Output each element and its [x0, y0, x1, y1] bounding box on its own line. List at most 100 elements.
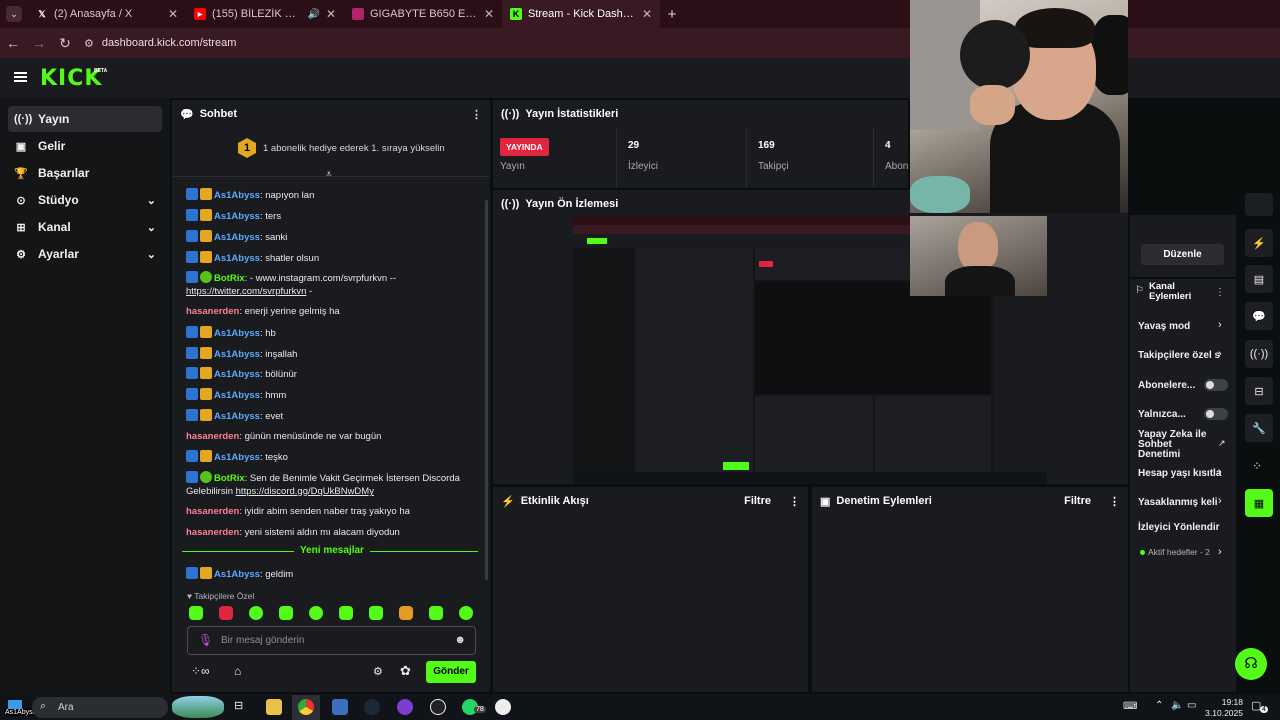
quick-action-bolt-icon[interactable]: ⚡ [1245, 229, 1273, 257]
close-icon[interactable]: ✕ [168, 7, 178, 21]
speaker-icon[interactable]: 🔊 [307, 9, 319, 20]
tab-search-button[interactable]: ⌄ [0, 0, 28, 28]
slow-mode-item[interactable]: Yavaş mod [1138, 321, 1228, 332]
quick-action-broadcast-icon[interactable]: ((·)) [1245, 340, 1273, 368]
chat-username[interactable]: As1Abyss [214, 349, 260, 360]
store-icon[interactable]: ⌂ [234, 664, 241, 678]
chat-username[interactable]: BotRix [214, 273, 245, 284]
gear-icon[interactable]: ⚙ [373, 665, 383, 678]
chat-link[interactable]: https://discord.gg/DqUkBNwDMy [236, 486, 374, 497]
chat-username[interactable]: As1Abyss [214, 328, 260, 339]
chat-scrollbar[interactable] [485, 200, 488, 580]
quick-action-button[interactable] [1245, 193, 1273, 216]
sidebar-item-kanal[interactable]: ⊞ Kanal ⌄ [8, 214, 162, 240]
more-options-icon[interactable]: ⋮ [1215, 287, 1225, 298]
emote-button[interactable] [279, 606, 293, 620]
more-options-icon[interactable]: ⋮ [471, 108, 482, 121]
active-goals-item[interactable]: Aktif hedefler - 2 [1148, 547, 1210, 557]
emoji-icon[interactable]: ☻ [454, 634, 466, 646]
age-restriction-item[interactable]: Hesap yaşı kısıtla [1138, 468, 1228, 479]
sidebar-item-studyo[interactable]: ⊙ Stüdyo ⌄ [8, 187, 162, 213]
pinned-collapse-icon[interactable]: ⩡ [326, 169, 332, 180]
filter-button[interactable]: Filtre [744, 495, 771, 507]
hamburger-menu-icon[interactable] [14, 72, 27, 82]
sidebar-item-ayarlar[interactable]: ⚙ Ayarlar ⌄ [8, 241, 162, 267]
sidebar-item-gelir[interactable]: ▣ Gelir [8, 133, 162, 159]
chat-link[interactable]: https://twitter.com/svrpfurkvn [186, 286, 306, 297]
more-options-icon[interactable]: ⋮ [789, 495, 800, 508]
app-icon[interactable] [332, 699, 348, 715]
widgets-icon[interactable] [172, 696, 224, 718]
support-headset-icon[interactable]: ☊ [1235, 648, 1267, 680]
send-button[interactable]: Gönder [426, 661, 476, 683]
chat-username[interactable]: hasanerden [186, 431, 239, 442]
tab-gigabyte[interactable]: GIGABYTE B650 EAGLE AX AMD✕ [344, 0, 502, 28]
file-explorer-icon[interactable] [266, 699, 282, 715]
chat-username[interactable]: As1Abyss [214, 253, 260, 264]
banned-words-item[interactable]: Yasaklanmış keli [1138, 497, 1228, 508]
emote-button[interactable] [429, 606, 443, 620]
followers-only-item[interactable]: Takipçilere özel s [1138, 350, 1228, 361]
ai-moderation-item[interactable]: Yapay Zeka ile Sohbet Denetimi [1138, 430, 1214, 460]
obs-icon[interactable] [430, 699, 446, 715]
task-view-icon[interactable]: ⊟ [234, 699, 243, 712]
chevron-right-icon[interactable]: › [1218, 495, 1222, 507]
chat-username[interactable]: As1Abyss [214, 211, 260, 222]
chat-input[interactable]: 🎙 Bir mesaj gönderin ☻ [187, 626, 476, 655]
close-icon[interactable]: ✕ [326, 7, 336, 21]
keyboard-icon[interactable]: ⌨ [1123, 701, 1137, 712]
external-link-icon[interactable]: ↗ [1218, 438, 1226, 449]
chevron-up-icon[interactable]: ⌃ [1155, 700, 1163, 711]
more-options-icon[interactable]: ⋮ [1109, 495, 1120, 508]
tab-x[interactable]: 𝕏 (2) Anasayfa / X ✕ [28, 0, 186, 28]
emote-button[interactable] [309, 606, 323, 620]
back-icon[interactable]: ← [0, 35, 26, 51]
reload-icon[interactable]: ↻ [52, 35, 78, 52]
close-icon[interactable]: ✕ [642, 7, 652, 21]
chevron-right-icon[interactable]: › [1218, 348, 1222, 360]
points-icon[interactable]: ⁘∞ [191, 664, 210, 678]
chat-username[interactable]: As1Abyss [214, 569, 260, 580]
discord-icon[interactable] [397, 699, 413, 715]
sidebar-item-yayin[interactable]: ((·)) Yayın [8, 106, 162, 132]
forward-icon[interactable]: → [26, 35, 52, 51]
chat-username[interactable]: As1Abyss [214, 452, 260, 463]
taskbar-search[interactable]: ⌕ Ara [32, 697, 168, 718]
chat-username[interactable]: As1Abyss [214, 190, 260, 201]
emote-button[interactable] [459, 606, 473, 620]
chat-username[interactable]: hasanerden [186, 506, 239, 517]
quick-action-layout-icon[interactable]: ⊟ [1245, 377, 1273, 405]
volume-icon[interactable]: 🔈 [1171, 700, 1183, 711]
viewer-guide-item[interactable]: İzleyici Yönlendir [1138, 522, 1228, 533]
subs-only-toggle[interactable] [1204, 379, 1228, 391]
url-field[interactable]: dashboard.kick.com/stream [102, 37, 237, 49]
chat-username[interactable]: As1Abyss [214, 232, 260, 243]
emote-button[interactable] [189, 606, 203, 620]
chevron-right-icon[interactable]: › [1218, 466, 1222, 478]
close-icon[interactable]: ✕ [484, 7, 494, 21]
quick-action-points-icon[interactable]: ⁘ [1252, 459, 1262, 473]
emote-button[interactable] [339, 606, 353, 620]
edit-button[interactable]: Düzenle [1141, 244, 1224, 265]
chat-username[interactable]: As1Abyss [214, 369, 260, 380]
chat-username[interactable]: As1Abyss [214, 390, 260, 401]
chevron-right-icon[interactable]: › [1218, 546, 1222, 558]
app-icon[interactable] [495, 699, 511, 715]
emote-button[interactable] [249, 606, 263, 620]
emote-button[interactable] [399, 606, 413, 620]
filter-button[interactable]: Filtre [1064, 495, 1091, 507]
sidebar-item-basarilar[interactable]: 🏆 Başarılar [8, 160, 162, 186]
chevron-right-icon[interactable]: › [1218, 319, 1222, 331]
emotes-only-toggle[interactable] [1204, 408, 1228, 420]
network-icon[interactable]: ▭ [1187, 700, 1196, 711]
quick-action-notes-icon[interactable]: ▤ [1245, 265, 1273, 293]
steam-icon[interactable] [364, 699, 380, 715]
chat-username[interactable]: As1Abyss [214, 411, 260, 422]
chat-username[interactable]: hasanerden [186, 527, 239, 538]
quick-action-wrench-icon[interactable]: 🔧 [1245, 414, 1273, 442]
new-tab-button[interactable]: + [660, 6, 684, 23]
emote-button[interactable] [369, 606, 383, 620]
microphone-icon[interactable]: 🎙 [198, 633, 213, 647]
quick-action-chat-icon[interactable]: 💬 [1245, 302, 1273, 330]
taskbar-clock[interactable]: 19:18 3.10.2025 [1203, 697, 1243, 719]
